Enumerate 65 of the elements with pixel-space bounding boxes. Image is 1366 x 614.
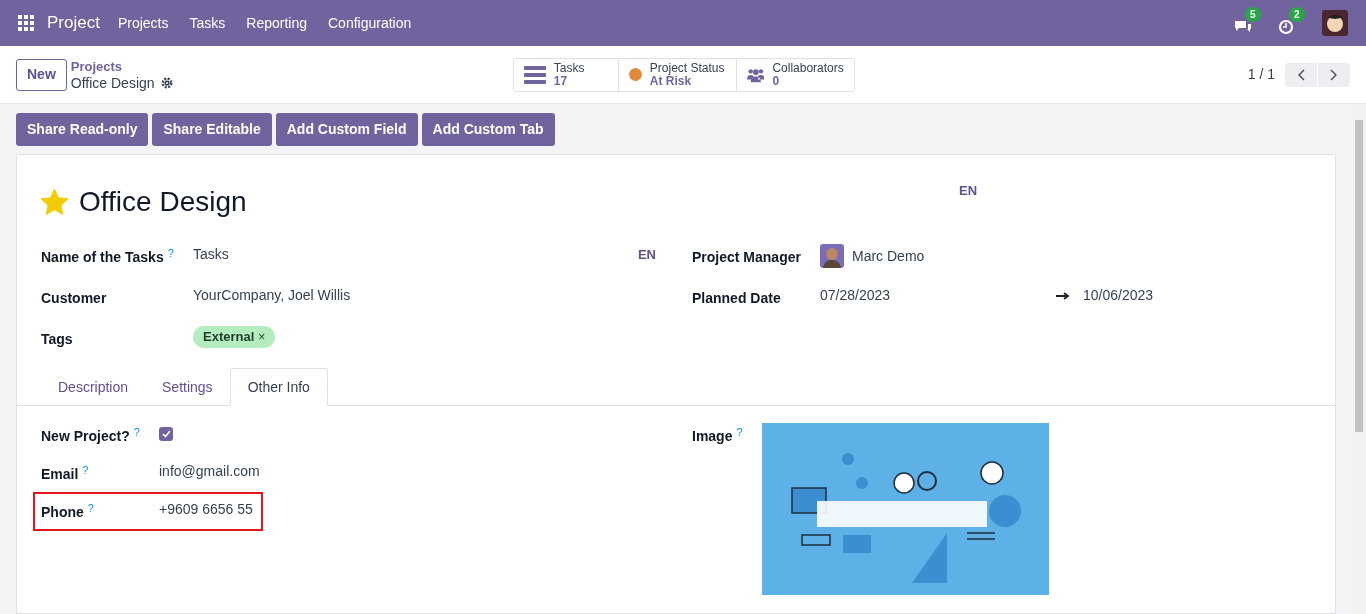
field-label: Email xyxy=(41,466,79,482)
action-button[interactable]: Add Custom Field xyxy=(275,113,418,146)
smart-button-value: At Risk xyxy=(649,74,693,88)
field-label: Name of the Tasks xyxy=(41,249,164,265)
language-button[interactable]: EN xyxy=(637,244,656,265)
help-tooltip-mark[interactable]: ? xyxy=(133,425,140,438)
field-label: New Project? xyxy=(41,428,130,444)
form-tab[interactable]: Other Info xyxy=(229,368,328,406)
field-label: Image xyxy=(692,428,733,444)
app-name[interactable]: Project xyxy=(47,10,100,36)
gear-icon[interactable] xyxy=(160,76,173,89)
field-label: Tags xyxy=(41,331,73,347)
field-value[interactable]: YourCompany, Joel Willis xyxy=(193,285,351,306)
menu-item[interactable]: Tasks xyxy=(189,12,226,34)
field-value[interactable]: info@gmail.com xyxy=(159,461,260,482)
remove-tag-button[interactable]: × xyxy=(258,327,266,346)
breadcrumb-link[interactable]: Projects xyxy=(70,58,513,75)
smart-button-value: 17 xyxy=(553,74,569,88)
action-button[interactable]: Share Editable xyxy=(152,113,272,146)
app-grid-icon[interactable] xyxy=(18,15,34,31)
avatar xyxy=(820,244,844,268)
list-icon xyxy=(523,65,546,84)
smart-button-value: 0 xyxy=(772,74,781,88)
action-button[interactable]: Add Custom Tab xyxy=(421,113,555,146)
checkbox[interactable] xyxy=(159,427,173,441)
smart-button-label: Collaborators xyxy=(772,61,844,75)
star-icon[interactable] xyxy=(41,189,68,215)
pager-value: 1 / 1 xyxy=(1247,65,1275,84)
arrow-right-icon xyxy=(1056,291,1070,300)
language-button[interactable]: EN xyxy=(959,181,978,201)
field-label: Customer xyxy=(41,290,107,306)
menu-item[interactable]: Reporting xyxy=(246,12,307,34)
user-avatar[interactable] xyxy=(1322,10,1348,36)
notification-badge: 5 xyxy=(1245,7,1261,22)
end-date[interactable]: 10/06/2023 xyxy=(1083,285,1154,306)
help-tooltip-mark[interactable]: ? xyxy=(736,425,743,438)
field-value[interactable]: Tasks xyxy=(193,244,229,265)
field-value[interactable]: Marc Demo xyxy=(852,245,925,267)
action-button[interactable]: Share Read-only xyxy=(16,113,149,146)
smart-button-label: Project Status xyxy=(649,61,725,75)
help-tooltip-mark[interactable]: ? xyxy=(82,463,89,476)
new-button[interactable]: New xyxy=(16,58,67,91)
menu-item[interactable]: Configuration xyxy=(328,12,412,34)
chevron-right-icon xyxy=(1330,68,1338,81)
help-tooltip-mark[interactable]: ? xyxy=(87,501,94,514)
clock-icon[interactable] xyxy=(1278,19,1294,35)
field-label: Planned Date xyxy=(692,290,781,306)
form-tab[interactable]: Settings xyxy=(145,368,230,406)
notification-badge: 2 xyxy=(1289,7,1305,22)
field-label: Phone xyxy=(41,504,84,520)
field-label: Project Manager xyxy=(692,249,801,265)
form-tab[interactable]: Description xyxy=(41,368,146,406)
smart-button[interactable]: Collaborators 0 xyxy=(735,58,854,91)
smart-button-label: Tasks xyxy=(553,61,585,75)
tag-chip[interactable]: External × xyxy=(193,326,276,348)
scrollbar[interactable] xyxy=(1352,104,1366,614)
help-tooltip-mark[interactable]: ? xyxy=(167,246,174,259)
project-title[interactable]: Office Design xyxy=(79,181,959,223)
smart-button[interactable]: Project Status At Risk xyxy=(617,58,736,91)
menu-item[interactable]: Projects xyxy=(117,12,169,34)
chevron-left-icon xyxy=(1297,68,1305,81)
start-date[interactable]: 07/28/2023 xyxy=(820,285,1056,306)
field-value[interactable]: +9609 6656 55 xyxy=(159,499,253,520)
record-title: Office Design xyxy=(70,74,155,91)
smart-button[interactable]: Tasks 17 xyxy=(513,58,618,91)
